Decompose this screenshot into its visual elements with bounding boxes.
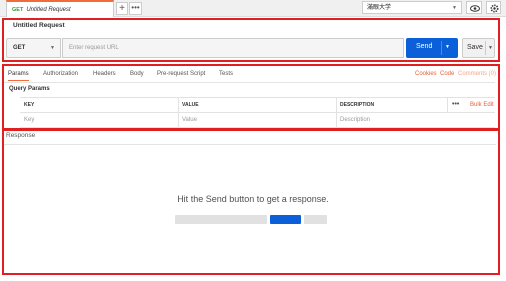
empty-response-hint: Hit the Send button to get a response. xyxy=(177,194,329,204)
environment-quick-look-button[interactable] xyxy=(466,1,482,14)
send-divider xyxy=(441,41,442,55)
header-description: DESCRIPTION xyxy=(340,102,375,108)
tabs-divider xyxy=(4,82,495,83)
send-button[interactable]: Send ▼ xyxy=(406,38,458,58)
method-label: GET xyxy=(13,45,26,51)
url-input[interactable]: Enter request URL xyxy=(62,38,404,58)
header-key: KEY xyxy=(24,102,35,108)
save-divider xyxy=(485,41,486,55)
tab-options-button[interactable]: ••• xyxy=(129,2,142,15)
response-divider xyxy=(4,144,496,145)
column-divider xyxy=(178,113,179,128)
tab-params[interactable]: Params xyxy=(8,68,29,81)
code-link[interactable]: Code xyxy=(440,68,454,80)
skeleton-bar-center xyxy=(270,215,301,224)
url-bar: GET ▼ Enter request URL Send ▼ Save ▼ xyxy=(6,38,495,58)
tab-title: Untitled Request xyxy=(26,6,71,13)
bulk-edit-link[interactable]: Bulk Edit xyxy=(470,98,494,113)
tab-tests[interactable]: Tests xyxy=(219,68,233,81)
environment-selector[interactable]: 滿眼大学 ▼ xyxy=(362,1,462,14)
chevron-down-icon[interactable]: ▼ xyxy=(445,44,450,50)
request-tab[interactable]: GET Untitled Request xyxy=(6,0,114,17)
cookies-link[interactable]: Cookies xyxy=(415,68,437,80)
request-name[interactable]: Untitled Request xyxy=(13,22,65,29)
table-header-row: KEY VALUE DESCRIPTION ••• Bulk Edit xyxy=(20,98,495,113)
gear-icon xyxy=(490,4,499,13)
tab-method: GET xyxy=(12,6,24,13)
postman-window: GET Untitled Request + ••• 滿眼大学 ▼ Untitl… xyxy=(0,0,506,281)
column-divider xyxy=(178,98,179,113)
environment-label: 滿眼大学 xyxy=(367,5,392,11)
comments-link[interactable]: Comments (0) xyxy=(458,68,496,80)
method-select[interactable]: GET ▼ xyxy=(6,38,61,58)
query-params-table: KEY VALUE DESCRIPTION ••• Bulk Edit Key … xyxy=(20,97,495,129)
eye-icon xyxy=(470,5,480,12)
more-options-icon[interactable]: ••• xyxy=(452,98,459,111)
header-value: VALUE xyxy=(182,102,199,108)
new-tab-button[interactable]: + xyxy=(116,2,128,15)
chevron-down-icon: ▼ xyxy=(50,45,55,51)
manage-environments-button[interactable] xyxy=(486,1,501,14)
tab-strip: GET Untitled Request + ••• 滿眼大学 ▼ xyxy=(0,0,506,17)
column-divider xyxy=(336,98,337,113)
description-input[interactable]: Description xyxy=(340,113,370,128)
tab-body[interactable]: Body xyxy=(130,68,144,81)
column-divider xyxy=(336,113,337,128)
send-label: Send xyxy=(416,43,433,50)
save-label: Save xyxy=(467,44,483,51)
table-row: Key Value Description xyxy=(20,113,495,128)
skeleton-bar-right xyxy=(304,215,327,224)
skeleton-bar-left xyxy=(175,215,267,224)
column-divider xyxy=(447,98,448,113)
chevron-down-icon: ▼ xyxy=(452,5,457,11)
save-button[interactable]: Save ▼ xyxy=(462,38,495,58)
response-title: Response xyxy=(6,132,36,139)
value-input[interactable]: Value xyxy=(182,113,197,128)
tab-pre-request-script[interactable]: Pre-request Script xyxy=(157,68,205,81)
tab-authorization[interactable]: Authorization xyxy=(43,68,78,81)
query-params-title: Query Params xyxy=(9,86,50,92)
chevron-down-icon[interactable]: ▼ xyxy=(488,45,493,51)
key-input[interactable]: Key xyxy=(24,113,34,128)
tab-headers[interactable]: Headers xyxy=(93,68,116,81)
